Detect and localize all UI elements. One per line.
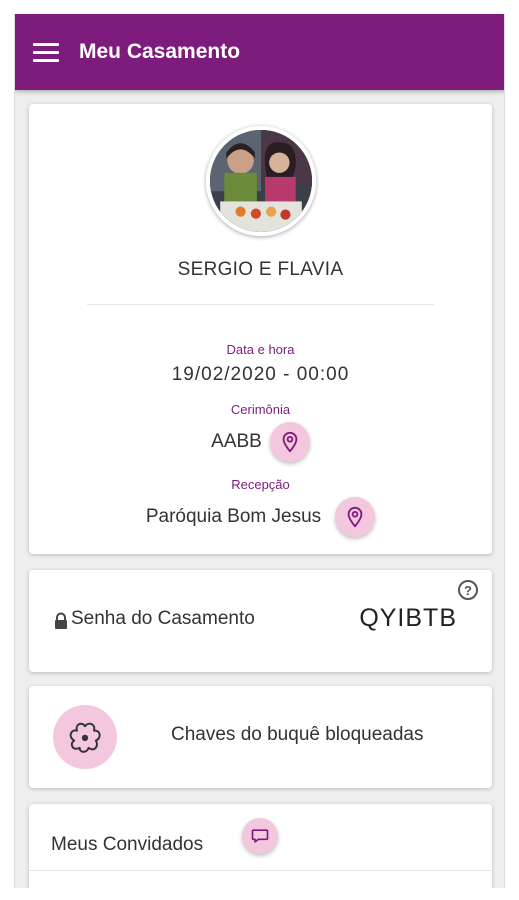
chat-bubble-icon[interactable] (242, 818, 278, 854)
password-value: QYIBTB (359, 604, 457, 632)
password-label: Senha do Casamento (71, 608, 255, 629)
reception-row: Paróquia Bom Jesus (29, 496, 492, 538)
divider (29, 870, 492, 871)
date-label: Data e hora (226, 342, 295, 357)
couple-names: SERGIO E FLAVIA (177, 259, 344, 280)
ceremony-value: AABB (211, 431, 262, 452)
location-pin-icon (347, 506, 363, 528)
ceremony-label: Cerimônia (230, 402, 291, 417)
flower-icon[interactable] (53, 705, 117, 769)
help-icon[interactable]: ? (458, 580, 478, 600)
wedding-info-card: SERGIO E FLAVIA Data e hora 19/02/2020 -… (29, 104, 492, 554)
reception-location-button[interactable] (335, 497, 376, 537)
guests-title: Meus Convidados (51, 834, 204, 855)
divider (87, 304, 434, 305)
my-guests-card: Meus Convidados (29, 804, 492, 888)
reception-label: Recepção (231, 477, 290, 492)
bouquet-keys-label: Chaves do buquê bloqueadas (171, 724, 424, 745)
reception-value: Paróquia Bom Jesus (145, 506, 322, 527)
menu-icon[interactable] (33, 35, 67, 69)
date-value: 19/02/2020 - 00:00 (171, 364, 350, 385)
bouquet-keys-card[interactable]: Chaves do buquê bloqueadas (29, 686, 492, 788)
app-bar: Meu Casamento (15, 14, 504, 90)
location-pin-icon (282, 431, 298, 453)
lock-icon (55, 612, 67, 629)
couple-avatar (206, 126, 316, 236)
wedding-password-card: ? Senha do Casamento QYIBTB (29, 570, 492, 672)
ceremony-row: AABB (29, 422, 492, 462)
ceremony-location-button[interactable] (269, 422, 310, 462)
app-title: Meu Casamento (79, 40, 241, 63)
app-frame: Meu Casamento SERGIO E FLAVIA Data e hor… (14, 14, 505, 888)
